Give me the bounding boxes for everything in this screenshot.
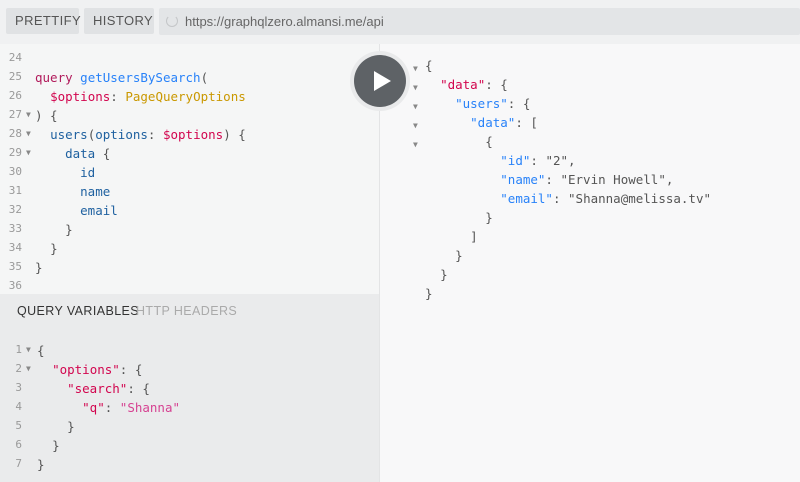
result-line: "email": "Shanna@melissa.tv" (500, 191, 712, 206)
result-line: "data": { (440, 77, 508, 92)
fold-arrow-icon[interactable]: ▼ (26, 345, 31, 354)
line-number: 27 (8, 108, 22, 121)
prettify-button[interactable]: PRETTIFY (6, 8, 81, 34)
code-line: query getUsersBySearch( (35, 70, 209, 85)
result-line: "id": "2", (500, 153, 576, 168)
fold-arrow-icon[interactable]: ▼ (413, 121, 418, 130)
result-line: } (485, 210, 493, 225)
code-line: "q": "Shanna" (82, 400, 181, 415)
reload-icon[interactable] (166, 15, 178, 27)
line-number: 7 (15, 457, 22, 470)
variables-pane: QUERY VARIABLES HTTP HEADERS 1 ▼ { 2 ▼ "… (0, 294, 379, 482)
execute-query-button[interactable] (354, 55, 406, 107)
result-line: "data": [ (470, 115, 538, 130)
fold-arrow-icon[interactable]: ▼ (413, 64, 418, 73)
line-number: 26 (8, 89, 22, 102)
code-line: "options": { (52, 362, 143, 377)
line-number: 4 (15, 400, 22, 413)
fold-arrow-icon[interactable]: ▼ (413, 83, 418, 92)
code-line: ) { (35, 108, 58, 123)
line-number: 36 (8, 279, 22, 292)
code-line: } (67, 419, 75, 434)
code-line: email (80, 203, 118, 218)
query-editor[interactable]: 24 25 query getUsersBySearch( 26 $option… (0, 44, 379, 294)
result-line: "name": "Ervin Howell", (500, 172, 674, 187)
line-number: 28 (8, 127, 22, 140)
line-number: 31 (8, 184, 22, 197)
code-line: } (65, 222, 73, 237)
endpoint-url-input[interactable]: https://graphqlzero.almansi.me/api (159, 8, 800, 35)
line-number: 35 (8, 260, 22, 273)
fold-arrow-icon[interactable]: ▼ (413, 102, 418, 111)
line-number: 29 (8, 146, 22, 159)
fold-arrow-icon[interactable]: ▼ (26, 364, 31, 373)
result-line: { (485, 134, 493, 149)
result-line: { (425, 58, 433, 73)
code-line: } (37, 457, 45, 472)
fold-arrow-icon[interactable]: ▼ (26, 110, 31, 119)
line-number: 24 (8, 51, 22, 64)
result-line: } (440, 267, 448, 282)
result-line: ] (470, 229, 478, 244)
line-number: 6 (15, 438, 22, 451)
result-pane: ▼ { ▼ "data": { ▼ "users": { ▼ "data": [… (380, 44, 800, 482)
history-button[interactable]: HISTORY (84, 8, 154, 34)
fold-arrow-icon[interactable]: ▼ (26, 148, 31, 157)
code-line: } (50, 241, 58, 256)
line-number: 25 (8, 70, 22, 83)
line-number: 5 (15, 419, 22, 432)
code-line: } (35, 260, 43, 275)
line-number: 33 (8, 222, 22, 235)
code-line: users(options: $options) { (50, 127, 246, 142)
code-line: id (80, 165, 96, 180)
code-line: { (37, 343, 45, 358)
code-line: } (52, 438, 60, 453)
line-number: 3 (15, 381, 22, 394)
variables-tabs: QUERY VARIABLES HTTP HEADERS (0, 294, 379, 330)
fold-arrow-icon[interactable]: ▼ (26, 129, 31, 138)
line-number: 2 (15, 362, 22, 375)
code-line: "search": { (67, 381, 150, 396)
tab-query-variables[interactable]: QUERY VARIABLES (17, 304, 139, 318)
endpoint-url-text: https://graphqlzero.almansi.me/api (185, 14, 384, 29)
toolbar: PRETTIFY HISTORY https://graphqlzero.alm… (0, 0, 800, 44)
code-line: name (80, 184, 111, 199)
code-line: data { (65, 146, 111, 161)
line-number: 1 (15, 343, 22, 356)
tab-http-headers[interactable]: HTTP HEADERS (136, 304, 237, 318)
line-number: 30 (8, 165, 22, 178)
result-line: "users": { (455, 96, 531, 111)
fold-arrow-icon[interactable]: ▼ (413, 140, 418, 149)
result-line: } (455, 248, 463, 263)
line-number: 32 (8, 203, 22, 216)
code-line: $options: PageQueryOptions (50, 89, 246, 104)
line-number: 34 (8, 241, 22, 254)
result-line: } (425, 286, 433, 301)
